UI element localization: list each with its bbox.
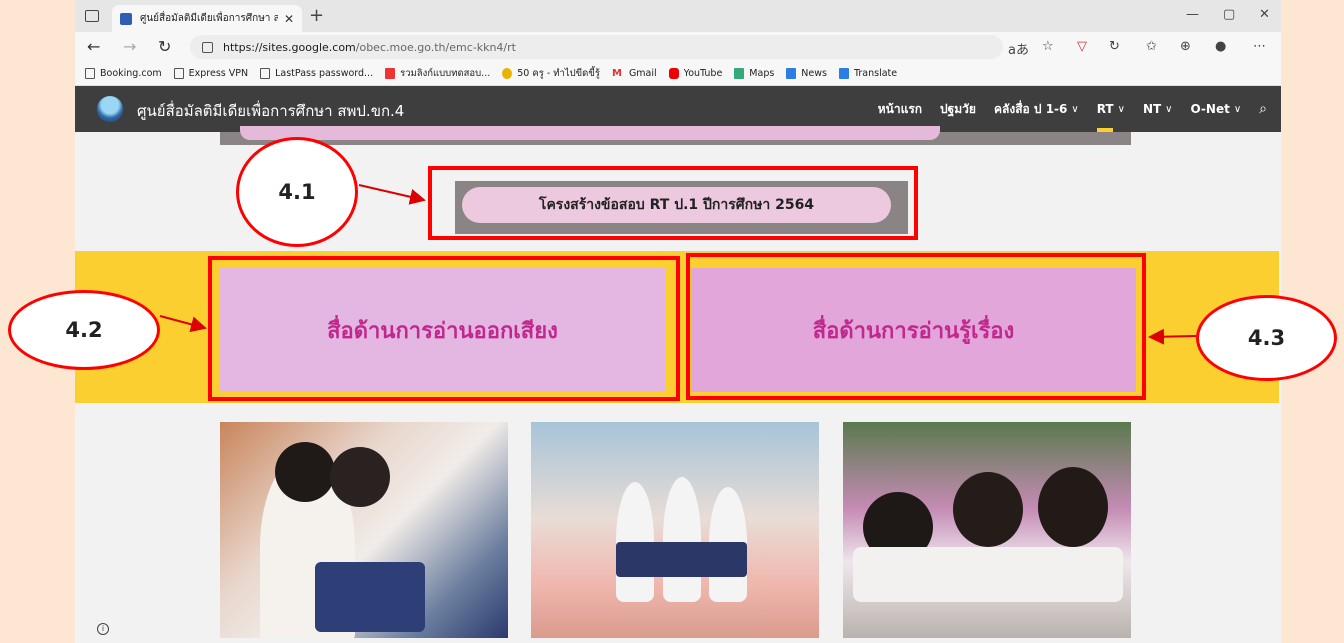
- news-icon: [786, 68, 797, 79]
- translate-icon: [838, 68, 849, 79]
- annotation-label-4-3: 4.3: [1196, 295, 1337, 381]
- nav-media-library[interactable]: คลังสื่อ ป 1-6 ∨: [994, 86, 1079, 132]
- site-logo-icon[interactable]: [97, 96, 123, 122]
- back-arrow-icon[interactable]: ←: [87, 37, 100, 56]
- favorite-star-icon[interactable]: ☆: [1042, 39, 1054, 54]
- more-menu-icon[interactable]: ⋯: [1253, 39, 1266, 54]
- nav-early-childhood[interactable]: ปฐมวัย: [940, 86, 976, 132]
- students-reading-photo: [220, 422, 508, 638]
- tab-strip: ศูนย์สื่อมัลติมีเดียเพื่อการศึกษา สพป.ข …: [75, 0, 1281, 32]
- previous-section-banner: [220, 126, 1131, 145]
- nav-rt[interactable]: RT ∨: [1096, 86, 1125, 132]
- students-table-photo: [843, 422, 1131, 638]
- bookmark-booking[interactable]: Booking.com: [85, 68, 162, 79]
- annotation-box-4-3: [686, 253, 1146, 400]
- annotation-box-4-1: [428, 166, 918, 240]
- bookmark-test-links[interactable]: รวมลิงก์แบบทดสอบ...: [385, 66, 490, 81]
- url-path: /obec.moe.go.th/emc-kkn4/rt: [355, 40, 516, 54]
- page-icon: [85, 68, 95, 79]
- chevron-down-icon: ∨: [1117, 103, 1125, 115]
- annotation-label-4-1: 4.1: [236, 137, 358, 247]
- browser-tab[interactable]: ศูนย์สื่อมัลติมีเดียเพื่อการศึกษา สพป.ข …: [112, 5, 302, 32]
- refresh-icon[interactable]: ↻: [158, 37, 171, 56]
- restore-icon[interactable]: ▢: [1223, 7, 1235, 22]
- site-title[interactable]: ศูนย์สื่อมัลติมีเดียเพื่อการศึกษา สพป.ขก…: [137, 99, 404, 123]
- bookmark-translate[interactable]: Translate: [838, 68, 897, 79]
- tab-actions-icon[interactable]: [85, 10, 99, 22]
- nav-nt[interactable]: NT ∨: [1143, 86, 1173, 132]
- bookmark-lastpass[interactable]: LastPass password...: [260, 68, 373, 79]
- bookmarks-bar: Booking.com Express VPN LastPass passwor…: [75, 62, 1281, 86]
- bookmark-gmail[interactable]: M Gmail: [612, 68, 657, 79]
- bookmark-50-teachers[interactable]: 50 ครู - ทำไปขีดขี้รู้: [502, 66, 600, 81]
- minimize-icon[interactable]: —: [1186, 7, 1199, 22]
- refresh-extension-icon[interactable]: ↻: [1109, 39, 1120, 54]
- favorites-icon[interactable]: ✩: [1146, 39, 1157, 54]
- annotation-label-4-2: 4.2: [8, 290, 160, 370]
- bookmark-express-vpn[interactable]: Express VPN: [173, 68, 248, 79]
- calendar-icon: [385, 68, 396, 79]
- gmail-icon: M: [611, 68, 622, 79]
- coin-icon: [502, 68, 513, 79]
- url-host: https://sites.google.com: [223, 40, 356, 54]
- youtube-icon: [668, 68, 679, 79]
- browser-toolbar: ← → ↻ https://sites.google.com/obec.moe.…: [75, 32, 1281, 62]
- bookmark-news[interactable]: News: [786, 68, 827, 79]
- site-favicon-icon: [120, 12, 132, 25]
- maps-icon: [734, 68, 745, 79]
- search-icon[interactable]: ⌕: [1259, 86, 1267, 132]
- bookmark-youtube[interactable]: YouTube: [668, 68, 722, 79]
- extension-icon[interactable]: ▽: [1077, 39, 1087, 54]
- new-tab-icon[interactable]: +: [309, 5, 324, 26]
- read-aloud-icon[interactable]: aあ: [1008, 39, 1029, 58]
- page-icon: [173, 68, 184, 79]
- annotation-box-4-2: [208, 256, 680, 401]
- profile-avatar-icon[interactable]: ●: [1215, 39, 1226, 54]
- close-window-icon[interactable]: ✕: [1259, 7, 1270, 22]
- previous-banner-pill: [240, 126, 940, 140]
- tab-title: ศูนย์สื่อมัลติมีเดียเพื่อการศึกษา สพป.ข: [140, 13, 278, 24]
- page-icon: [260, 68, 271, 79]
- info-icon[interactable]: i: [97, 623, 109, 635]
- students-hallway-photo: [531, 422, 819, 638]
- chevron-down-icon: ∨: [1233, 103, 1242, 115]
- chevron-down-icon: ∨: [1071, 103, 1079, 115]
- bookmark-maps[interactable]: Maps: [734, 68, 774, 79]
- address-bar[interactable]: https://sites.google.com/obec.moe.go.th/…: [190, 35, 1003, 59]
- chevron-down-icon: ∨: [1165, 103, 1173, 115]
- close-tab-icon[interactable]: ✕: [284, 12, 294, 26]
- forward-arrow-icon[interactable]: →: [123, 37, 136, 56]
- lock-icon: [202, 41, 213, 53]
- collections-icon[interactable]: ⊕: [1180, 39, 1191, 54]
- nav-onet[interactable]: O-Net ∨: [1191, 86, 1242, 132]
